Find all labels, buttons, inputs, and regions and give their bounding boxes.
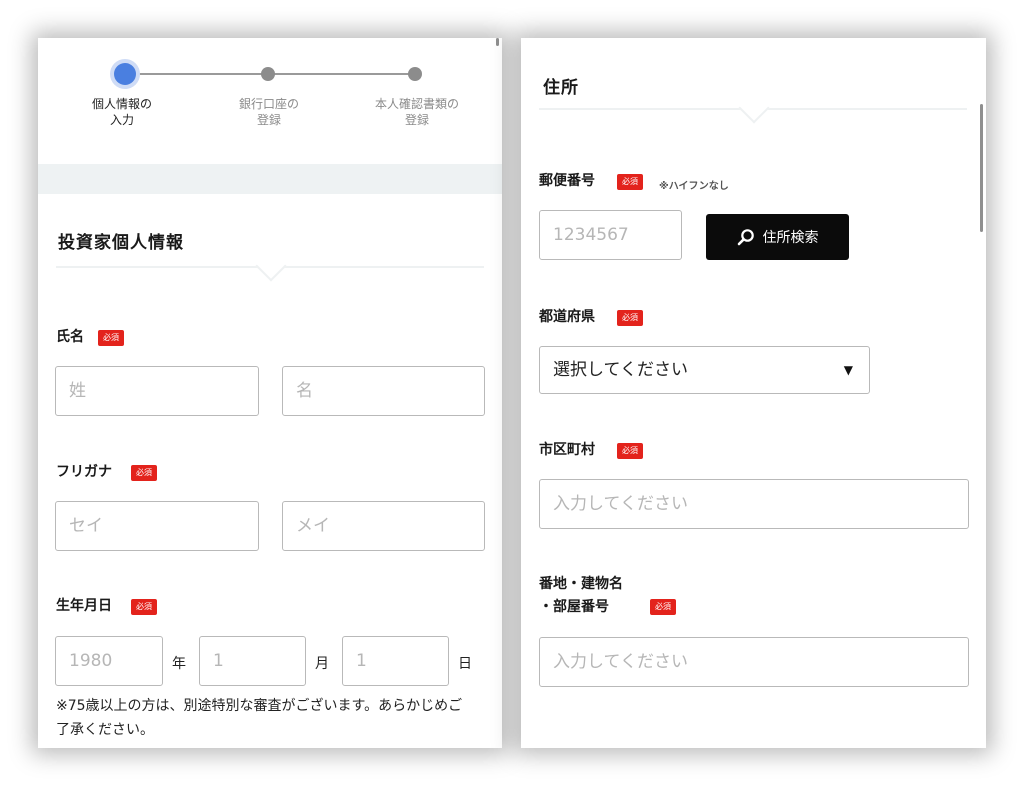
step-2-label: 銀行口座の 登録 — [238, 97, 299, 127]
required-badge: 必須 — [617, 174, 643, 190]
required-badge: 必須 — [131, 599, 157, 615]
divider-notch — [255, 250, 287, 282]
first-name-input[interactable] — [282, 366, 485, 416]
postal-code-input[interactable] — [539, 210, 682, 260]
address-search-label: 住所検索 — [762, 230, 819, 246]
year-unit: 年 — [172, 656, 186, 672]
scrollbar-thumb[interactable] — [980, 104, 983, 232]
last-name-kana-input[interactable] — [55, 501, 259, 551]
address-search-button[interactable]: 住所検索 — [706, 214, 849, 260]
step-1-dot — [114, 63, 136, 85]
progress-stepper: 個人情報の 入力 銀行口座の 登録 本人確認書類の 登録 — [38, 38, 502, 164]
required-badge: 必須 — [617, 443, 643, 459]
step-1-label: 個人情報の 入力 — [91, 97, 152, 127]
birth-year-input[interactable] — [55, 636, 163, 686]
birth-day-input[interactable] — [342, 636, 449, 686]
divider-notch — [738, 92, 770, 124]
required-badge: 必須 — [98, 330, 124, 346]
address-input[interactable] — [539, 637, 969, 687]
city-label: 市区町村 — [539, 442, 595, 458]
city-input[interactable] — [539, 479, 969, 529]
step-2-dot — [261, 67, 275, 81]
search-icon — [737, 229, 754, 246]
section-separator-band — [38, 164, 502, 194]
last-name-input[interactable] — [55, 366, 259, 416]
personal-info-panel: 個人情報の 入力 銀行口座の 登録 本人確認書類の 登録 投資家個人情報 氏名 … — [38, 38, 502, 748]
prefecture-label: 都道府県 — [539, 309, 595, 325]
required-badge: 必須 — [617, 310, 643, 326]
address-panel: 住所 郵便番号 必須 ※ハイフンなし 住所検索 都道府県 必須 選択してください… — [521, 38, 986, 748]
postal-hint: ※ハイフンなし — [659, 181, 729, 192]
address-label-line2: ・部屋番号 — [539, 599, 609, 615]
section-title: 投資家個人情報 — [58, 233, 184, 253]
first-name-kana-input[interactable] — [282, 501, 485, 551]
postal-code-label: 郵便番号 — [539, 173, 595, 189]
kana-label: フリガナ — [56, 464, 112, 480]
day-unit: 日 — [458, 656, 472, 672]
address-label-line1: 番地・建物名 — [539, 576, 623, 592]
age-notice: ※75歳以上の方は、別途特別な審査がございます。あらかじめご了承ください。 — [56, 698, 463, 738]
name-label: 氏名 — [56, 329, 84, 345]
triangle-down-icon: ▼ — [843, 363, 853, 377]
required-badge: 必須 — [650, 599, 676, 615]
month-unit: 月 — [315, 656, 329, 672]
section-title: 住所 — [543, 78, 579, 98]
prefecture-selected-value: 選択してください — [553, 360, 688, 380]
scrollbar-thumb[interactable] — [496, 38, 499, 46]
prefecture-select[interactable]: 選択してください ▼ — [539, 346, 870, 394]
required-badge: 必須 — [131, 465, 157, 481]
step-3-label: 本人確認書類の 登録 — [374, 97, 459, 127]
birthdate-label: 生年月日 — [56, 598, 112, 614]
step-3-dot — [408, 67, 422, 81]
birth-month-input[interactable] — [199, 636, 306, 686]
